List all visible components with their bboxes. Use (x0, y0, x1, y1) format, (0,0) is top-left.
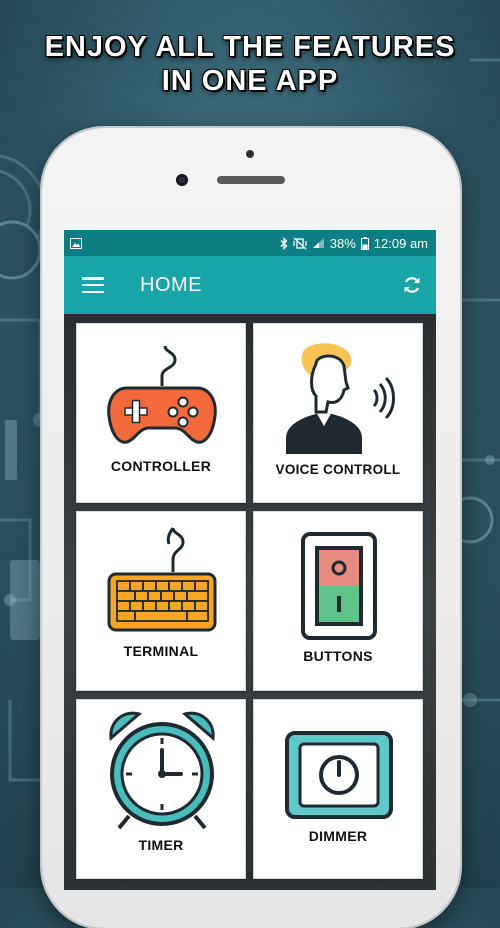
promo-headline: ENJOY ALL THE FEATURES IN ONE APP (0, 30, 500, 98)
vibrate-off-icon (293, 237, 307, 249)
tile-label-terminal: TERMINAL (123, 643, 199, 659)
promo-line-1: ENJOY ALL THE FEATURES (44, 31, 456, 63)
phone-sensor-dot (246, 150, 254, 158)
bluetooth-icon (280, 236, 288, 250)
switch-buttons-icon (301, 532, 377, 640)
app-title: HOME (140, 273, 202, 296)
phone-speaker (217, 176, 285, 184)
battery-percent: 38% (329, 235, 356, 251)
tile-controller[interactable]: CONTROLLER (76, 323, 246, 503)
status-bar: 38% 12:09 am (64, 230, 436, 256)
tile-label-dimmer: DIMMER (308, 828, 368, 844)
dimmer-icon (285, 731, 393, 819)
hamburger-menu-icon[interactable] (82, 277, 104, 293)
tile-label-timer: TIMER (138, 837, 184, 853)
tile-terminal[interactable]: TERMINAL (76, 511, 246, 691)
signal-icon (312, 238, 324, 248)
promo-line-2: IN ONE APP (161, 65, 339, 97)
tile-grid: CONTROLLER VOICE CONTROLL TERMINAL BUTTO… (64, 314, 436, 890)
tile-buttons[interactable]: BUTTONS (253, 511, 423, 691)
battery-icon (360, 236, 369, 250)
refresh-icon[interactable] (402, 275, 422, 295)
status-time: 12:09 am (373, 235, 428, 251)
tile-label-voice-control: VOICE CONTROLL (275, 462, 401, 477)
front-camera (176, 174, 188, 186)
image-notification-icon (70, 237, 82, 249)
voice-control-icon (286, 343, 395, 454)
gamepad-icon (107, 345, 217, 444)
tile-timer[interactable]: TIMER (76, 699, 246, 879)
tile-voice-control[interactable]: VOICE CONTROLL (253, 323, 423, 503)
tile-label-controller: CONTROLLER (110, 458, 212, 474)
alarm-clock-icon (109, 711, 215, 830)
app-screen: 38% 12:09 am HOME CONTROLLER VOICE CONTR… (64, 230, 436, 890)
keyboard-icon (107, 527, 217, 632)
tile-dimmer[interactable]: DIMMER (253, 699, 423, 879)
app-bar: HOME (64, 256, 436, 314)
tile-label-buttons: BUTTONS (303, 648, 373, 664)
